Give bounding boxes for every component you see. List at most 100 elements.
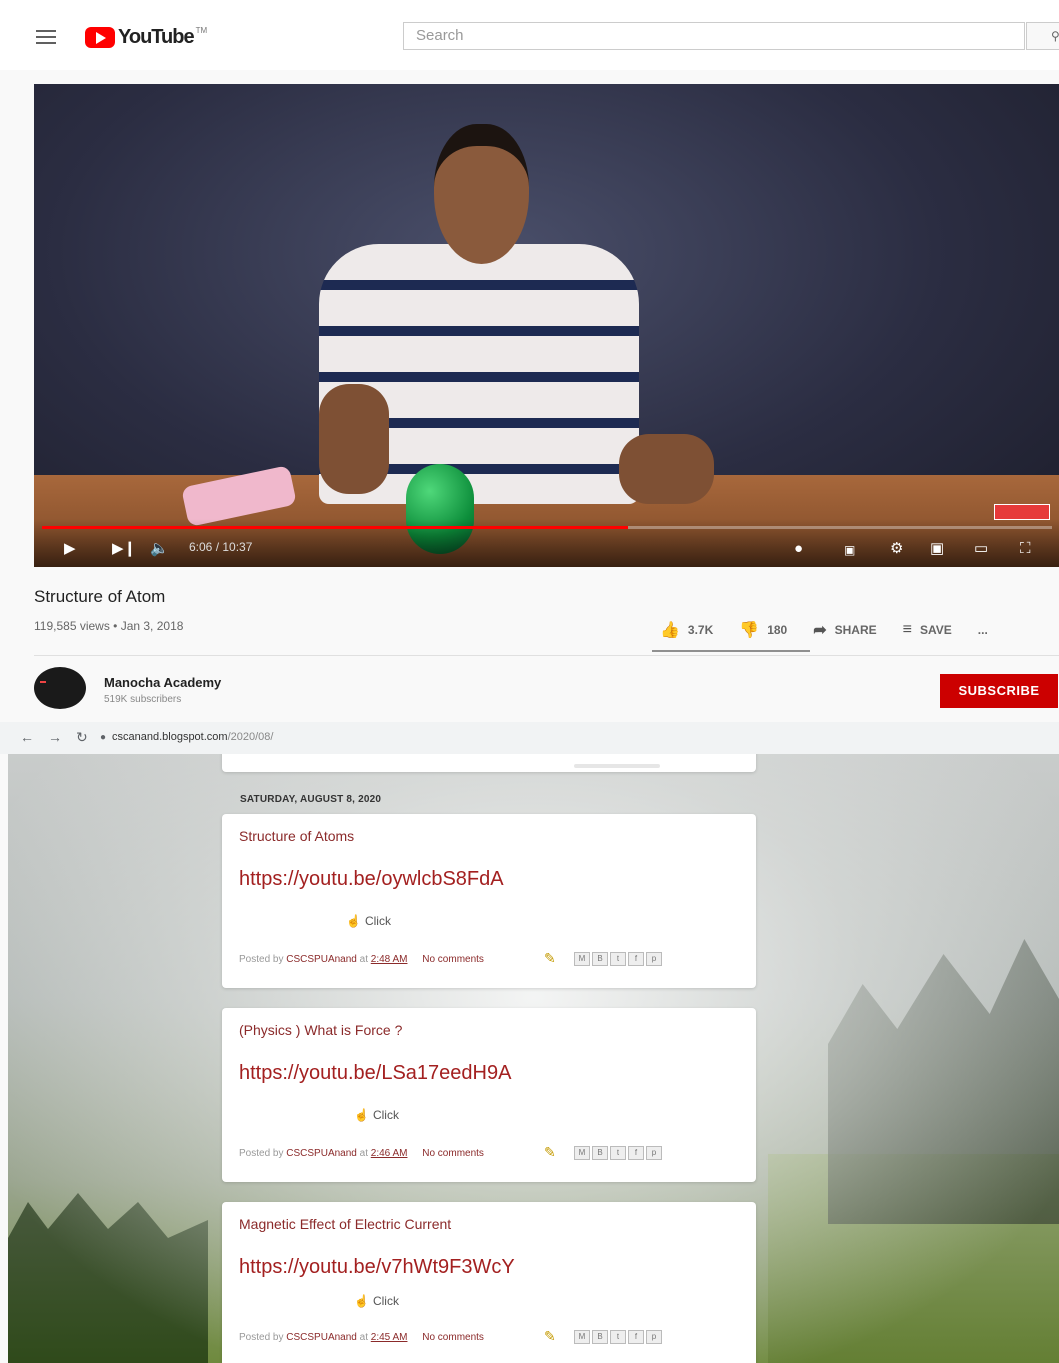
menu-icon[interactable] <box>36 30 56 44</box>
youtube-logo-text: YouTube <box>118 25 195 48</box>
post-comments[interactable]: No comments <box>422 1332 484 1343</box>
edit-pencil-icon[interactable]: ✎ <box>544 1328 556 1345</box>
pinterest-share-icon[interactable]: p <box>646 952 662 966</box>
like-count: 3.7K <box>687 623 714 637</box>
post-author[interactable]: CSCSPUAnand <box>286 954 357 965</box>
email-share-icon[interactable]: M <box>574 1330 590 1344</box>
click-label: Click <box>364 914 391 928</box>
blog-share-icon[interactable]: B <box>592 1330 608 1344</box>
video-subscribe-watermark[interactable] <box>994 504 1050 520</box>
posted-by-label: Posted by <box>239 954 284 965</box>
blog-share-icon[interactable]: B <box>592 952 608 966</box>
share-button[interactable]: ➦ SHARE <box>813 620 876 640</box>
divider <box>34 655 1059 656</box>
progress-bar[interactable] <box>42 526 1052 529</box>
thumbs-down-icon: 👎 <box>739 622 760 639</box>
pinterest-share-icon[interactable]: p <box>646 1330 662 1344</box>
at-label: at <box>359 1332 368 1343</box>
player-controls: ▶ ▶❙ 🔈 6:06 / 10:37 ● ▣ ⚙ ▣ ▭ ⛶ <box>34 519 1059 567</box>
email-share-icon[interactable]: M <box>574 1146 590 1160</box>
thumbs-up-icon: 👍 <box>660 622 680 639</box>
youtube-logo[interactable]: YouTube TM <box>85 26 207 48</box>
next-icon[interactable]: ▶❙ <box>112 539 136 557</box>
dislike-button[interactable]: 👎 180 <box>739 620 787 640</box>
edit-pencil-icon[interactable]: ✎ <box>544 950 556 967</box>
theater-mode-icon[interactable]: ▭ <box>974 539 988 557</box>
blog-page: SATURDAY, AUGUST 8, 2020 Structure of At… <box>8 754 1059 1363</box>
forward-icon[interactable]: → <box>48 729 62 745</box>
channel-name[interactable]: Manocha Academy <box>104 675 221 690</box>
post-time[interactable]: 2:46 AM <box>371 1148 408 1159</box>
channel-avatar[interactable] <box>34 667 86 709</box>
video-player[interactable]: ▶ ▶❙ 🔈 6:06 / 10:37 ● ▣ ⚙ ▣ ▭ ⛶ <box>34 84 1059 567</box>
twitter-share-icon[interactable]: t <box>610 952 626 966</box>
share-icons: M B t f p <box>574 952 662 966</box>
click-link[interactable]: ☝ Click <box>354 1294 399 1308</box>
share-arrow-icon: ➦ <box>813 622 827 639</box>
dislike-count: 180 <box>767 623 788 637</box>
youtube-header: YouTube TM Search ⚲ <box>0 0 1059 70</box>
post-author[interactable]: CSCSPUAnand <box>286 1148 357 1159</box>
reload-icon[interactable]: ↻ <box>76 729 88 746</box>
post-comments[interactable]: No comments <box>422 1148 484 1159</box>
play-icon[interactable]: ▶ <box>64 539 76 557</box>
post-time[interactable]: 2:45 AM <box>371 1332 408 1343</box>
post-footer: Posted by CSCSPUAnand at 2:48 AM No comm… <box>239 954 484 965</box>
more-actions-button[interactable]: ... <box>978 623 988 637</box>
previous-post-button[interactable] <box>574 764 660 768</box>
back-icon[interactable]: ← <box>20 729 34 745</box>
video-presenter <box>319 124 714 524</box>
video-actions: 👍 3.7K 👎 180 ➦ SHARE ≡ SAVE ... <box>660 620 1014 640</box>
pinterest-share-icon[interactable]: p <box>646 1146 662 1160</box>
email-share-icon[interactable]: M <box>574 952 590 966</box>
facebook-share-icon[interactable]: f <box>628 952 644 966</box>
post-footer: Posted by CSCSPUAnand at 2:45 AM No comm… <box>239 1332 484 1343</box>
volume-icon[interactable]: 🔈 <box>150 539 169 557</box>
click-link[interactable]: ☝ Click <box>354 1108 399 1122</box>
autoplay-toggle-icon[interactable]: ● <box>794 540 803 557</box>
channel-logo-badge <box>40 681 46 683</box>
twitter-share-icon[interactable]: t <box>610 1146 626 1160</box>
search-input[interactable]: Search <box>403 22 1025 50</box>
click-link[interactable]: ☝ Click <box>346 914 391 928</box>
post-time[interactable]: 2:48 AM <box>371 954 408 965</box>
blog-post: Magnetic Effect of Electric Current http… <box>222 1202 756 1363</box>
hand-pointer-icon: ☝ <box>354 1294 369 1308</box>
captions-icon[interactable]: ▣ <box>844 543 855 557</box>
subscribe-button[interactable]: SUBSCRIBE <box>940 674 1058 708</box>
click-label: Click <box>372 1294 399 1308</box>
facebook-share-icon[interactable]: f <box>628 1330 644 1344</box>
playlist-add-icon: ≡ <box>902 621 912 638</box>
blog-post: Structure of Atoms https://youtu.be/oywl… <box>222 814 756 988</box>
settings-icon[interactable]: ⚙ <box>890 539 903 557</box>
url-host: cscanand.blogspot.com <box>112 731 228 743</box>
post-link[interactable]: https://youtu.be/LSa17eedH9A <box>239 1062 511 1085</box>
blog-post: (Physics ) What is Force ? https://youtu… <box>222 1008 756 1182</box>
post-author[interactable]: CSCSPUAnand <box>286 1332 357 1343</box>
at-label: at <box>359 954 368 965</box>
post-comments[interactable]: No comments <box>422 954 484 965</box>
like-ratio-bar <box>652 650 810 652</box>
youtube-play-icon <box>85 26 115 48</box>
fullscreen-icon[interactable]: ⛶ <box>1020 540 1031 557</box>
miniplayer-icon[interactable]: ▣ <box>930 539 944 557</box>
address-bar[interactable]: cscanand.blogspot.com/2020/08/ <box>112 731 273 743</box>
post-title[interactable]: (Physics ) What is Force ? <box>239 1022 402 1038</box>
facebook-share-icon[interactable]: f <box>628 1146 644 1160</box>
blog-share-icon[interactable]: B <box>592 1146 608 1160</box>
post-link[interactable]: https://youtu.be/oywlcbS8FdA <box>239 868 504 891</box>
twitter-share-icon[interactable]: t <box>610 1330 626 1344</box>
search-button[interactable]: ⚲ <box>1026 22 1059 50</box>
post-title[interactable]: Structure of Atoms <box>239 828 354 844</box>
share-label: SHARE <box>834 623 877 637</box>
edit-pencil-icon[interactable]: ✎ <box>544 1144 556 1161</box>
post-title[interactable]: Magnetic Effect of Electric Current <box>239 1216 451 1232</box>
previous-post-card <box>222 754 756 772</box>
like-button[interactable]: 👍 3.7K <box>660 620 713 640</box>
share-icons: M B t f p <box>574 1146 662 1160</box>
url-path: /2020/08/ <box>227 731 274 743</box>
save-button[interactable]: ≡ SAVE <box>903 621 952 639</box>
post-link[interactable]: https://youtu.be/v7hWt9F3WcY <box>239 1256 515 1279</box>
hand-pointer-icon: ☝ <box>346 914 361 928</box>
lock-icon: ● <box>100 732 107 743</box>
